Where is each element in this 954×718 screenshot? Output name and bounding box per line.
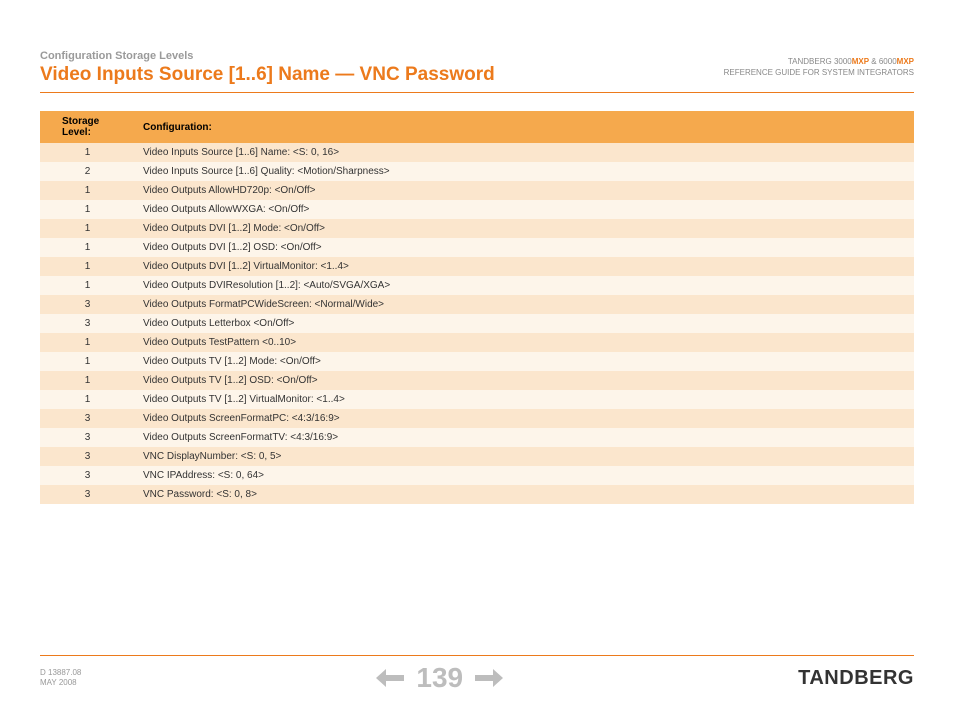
table-row: 3VNC DisplayNumber: <S: 0, 5> [40, 447, 914, 466]
col-header-config: Configuration: [135, 111, 914, 143]
table-row: 3Video Outputs FormatPCWideScreen: <Norm… [40, 295, 914, 314]
cell-level: 1 [40, 276, 135, 295]
pager: 139 [376, 662, 503, 694]
arrow-right-icon[interactable] [475, 669, 503, 687]
doc-date: MAY 2008 [40, 678, 81, 688]
product-a: TANDBERG 3000 [788, 57, 852, 66]
table-row: 1Video Outputs TV [1..2] OSD: <On/Off> [40, 371, 914, 390]
cell-level: 3 [40, 447, 135, 466]
cell-level: 1 [40, 333, 135, 352]
table-row: 3VNC Password: <S: 0, 8> [40, 485, 914, 504]
cell-config: Video Outputs AllowWXGA: <On/Off> [135, 200, 914, 219]
cell-config: Video Outputs TV [1..2] Mode: <On/Off> [135, 352, 914, 371]
header-divider [40, 92, 914, 93]
cell-level: 3 [40, 314, 135, 333]
table-row: 1Video Outputs TV [1..2] Mode: <On/Off> [40, 352, 914, 371]
cell-config: Video Inputs Source [1..6] Name: <S: 0, … [135, 143, 914, 162]
cell-level: 1 [40, 200, 135, 219]
cell-level: 1 [40, 257, 135, 276]
table-row: 3VNC IPAddress: <S: 0, 64> [40, 466, 914, 485]
cell-config: Video Outputs DVI [1..2] VirtualMonitor:… [135, 257, 914, 276]
cell-level: 3 [40, 485, 135, 504]
mxp-badge: MXP [852, 57, 869, 66]
table-row: 1Video Outputs TV [1..2] VirtualMonitor:… [40, 390, 914, 409]
cell-config: VNC IPAddress: <S: 0, 64> [135, 466, 914, 485]
table-row: 1Video Outputs DVI [1..2] Mode: <On/Off> [40, 219, 914, 238]
table-row: 1Video Outputs TestPattern <0..10> [40, 333, 914, 352]
table-row: 1Video Outputs DVI [1..2] VirtualMonitor… [40, 257, 914, 276]
page-header: Configuration Storage Levels Video Input… [40, 50, 914, 93]
cell-level: 1 [40, 238, 135, 257]
table-row: 3Video Outputs ScreenFormatTV: <4:3/16:9… [40, 428, 914, 447]
page-footer: D 13887.08 MAY 2008 139 TANDBERG [40, 655, 914, 694]
cell-level: 1 [40, 390, 135, 409]
cell-level: 1 [40, 219, 135, 238]
cell-config: Video Outputs DVI [1..2] OSD: <On/Off> [135, 238, 914, 257]
cell-level: 2 [40, 162, 135, 181]
cell-level: 1 [40, 143, 135, 162]
table-row: 1Video Inputs Source [1..6] Name: <S: 0,… [40, 143, 914, 162]
cell-level: 3 [40, 428, 135, 447]
cell-level: 3 [40, 466, 135, 485]
cell-config: Video Outputs DVI [1..2] Mode: <On/Off> [135, 219, 914, 238]
cell-level: 1 [40, 181, 135, 200]
cell-level: 3 [40, 409, 135, 428]
cell-config: Video Outputs ScreenFormatTV: <4:3/16:9> [135, 428, 914, 447]
table-row: 1Video Outputs AllowHD720p: <On/Off> [40, 181, 914, 200]
cell-config: Video Outputs TV [1..2] OSD: <On/Off> [135, 371, 914, 390]
cell-level: 1 [40, 371, 135, 390]
product-info: TANDBERG 3000MXP & 6000MXP REFERENCE GUI… [724, 56, 914, 78]
cell-config: Video Outputs TestPattern <0..10> [135, 333, 914, 352]
cell-config: VNC DisplayNumber: <S: 0, 5> [135, 447, 914, 466]
cell-config: VNC Password: <S: 0, 8> [135, 485, 914, 504]
table-row: 1Video Outputs DVIResolution [1..2]: <Au… [40, 276, 914, 295]
cell-config: Video Outputs TV [1..2] VirtualMonitor: … [135, 390, 914, 409]
table-row: 2Video Inputs Source [1..6] Quality: <Mo… [40, 162, 914, 181]
cell-config: Video Outputs Letterbox <On/Off> [135, 314, 914, 333]
page-number: 139 [416, 662, 463, 694]
cell-config: Video Outputs AllowHD720p: <On/Off> [135, 181, 914, 200]
doc-info: D 13887.08 MAY 2008 [40, 668, 81, 689]
table-row: 3Video Outputs ScreenFormatPC: <4:3/16:9… [40, 409, 914, 428]
col-header-level: Storage Level: [40, 111, 135, 143]
doc-subtitle: REFERENCE GUIDE FOR SYSTEM INTEGRATORS [724, 67, 914, 78]
mxp-badge: MXP [897, 57, 914, 66]
cell-config: Video Inputs Source [1..6] Quality: <Mot… [135, 162, 914, 181]
footer-divider [40, 655, 914, 656]
table-row: 3Video Outputs Letterbox <On/Off> [40, 314, 914, 333]
cell-level: 3 [40, 295, 135, 314]
cell-config: Video Outputs DVIResolution [1..2]: <Aut… [135, 276, 914, 295]
cell-config: Video Outputs ScreenFormatPC: <4:3/16:9> [135, 409, 914, 428]
arrow-left-icon[interactable] [376, 669, 404, 687]
cell-level: 1 [40, 352, 135, 371]
table-row: 1Video Outputs DVI [1..2] OSD: <On/Off> [40, 238, 914, 257]
brand-logo: TANDBERG [798, 667, 914, 690]
config-table: Storage Level: Configuration: 1Video Inp… [40, 111, 914, 504]
product-b: & 6000 [869, 57, 897, 66]
table-row: 1Video Outputs AllowWXGA: <On/Off> [40, 200, 914, 219]
cell-config: Video Outputs FormatPCWideScreen: <Norma… [135, 295, 914, 314]
doc-id: D 13887.08 [40, 668, 81, 678]
